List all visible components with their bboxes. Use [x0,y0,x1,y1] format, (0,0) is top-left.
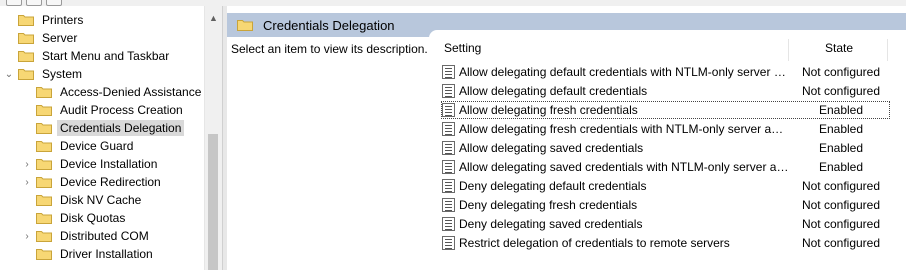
policy-setting-icon [442,141,455,155]
folder-icon [36,86,52,98]
setting-state: Not configured [801,65,881,79]
setting-name: Allow delegating fresh credentials with … [459,122,789,136]
setting-name: Deny delegating default credentials [459,179,647,193]
tree-item-label: System [42,67,83,81]
setting-row[interactable]: Allow delegating default credentials Not… [441,82,890,100]
setting-row[interactable]: Allow delegating fresh credentials with … [441,120,890,138]
tree-scrollbar[interactable]: ▲ [204,6,222,270]
folder-icon [36,140,52,152]
setting-row[interactable]: Restrict delegation of credentials to re… [441,234,890,252]
details-title: Credentials Delegation [263,17,395,33]
tree-item[interactable]: › Distributed COM [22,227,152,245]
policy-setting-icon [442,122,455,136]
chevron-right-icon[interactable]: › [22,159,32,170]
setting-name: Allow delegating default credentials wit… [459,65,789,79]
folder-icon [36,248,52,260]
folder-icon [18,14,34,26]
column-header-state[interactable]: State [825,41,853,55]
setting-name: Deny delegating saved credentials [459,217,643,231]
folder-icon [36,122,52,134]
setting-row[interactable]: Deny delegating fresh credentials Not co… [441,196,890,214]
chevron-down-icon[interactable]: ⌄ [4,69,14,80]
folder-icon [18,32,34,44]
tree-item[interactable]: › Device Redirection [22,173,164,191]
tree-item-label: Start Menu and Taskbar [42,49,170,63]
setting-state: Enabled [818,141,864,155]
policy-setting-icon [442,160,455,174]
tree-item-label: Device Installation [60,157,158,171]
tree-item[interactable]: › Device Installation [22,155,160,173]
tree-item-label: Access-Denied Assistance [60,85,202,99]
policy-setting-icon [442,198,455,212]
setting-row[interactable]: Allow delegating saved credentials Enabl… [441,139,890,157]
setting-state: Not configured [801,236,881,250]
tree-item[interactable]: ⌄ System [0,65,85,83]
tree-item[interactable]: Driver Installation [22,245,156,263]
setting-name: Allow delegating saved credentials [459,141,644,155]
setting-state: Not configured [801,179,881,193]
tree-item-label: Distributed COM [60,229,149,243]
setting-state: Not configured [801,84,881,98]
tree-item-label: Disk Quotas [60,211,126,225]
folder-icon [237,19,253,31]
policy-setting-icon [442,84,455,98]
setting-state: Enabled [818,160,864,174]
tree-item[interactable]: Disk NV Cache [22,191,144,209]
setting-state: Not configured [801,198,881,212]
column-header-setting[interactable]: Setting [444,41,481,55]
setting-state: Not configured [801,217,881,231]
policy-setting-icon [442,65,455,79]
tree-item[interactable]: Disk Quotas [22,209,128,227]
tree-item-label: Device Redirection [60,175,161,189]
tree-item[interactable]: Audit Process Creation [22,101,186,119]
tree-item[interactable]: Access-Denied Assistance [22,83,204,101]
setting-row[interactable]: Allow delegating saved credentials with … [441,158,890,176]
policy-setting-icon [442,103,455,117]
tree-item-label: Device Guard [60,139,134,153]
setting-name: Allow delegating default credentials [459,84,648,98]
tree-item-label: Disk NV Cache [60,193,142,207]
setting-row[interactable]: Allow delegating default credentials wit… [441,63,890,81]
tree-item-label: Audit Process Creation [60,103,183,117]
scroll-up-icon[interactable]: ▲ [209,13,218,23]
folder-icon [36,212,52,224]
tree-item-label: Server [42,31,78,45]
folder-icon [18,68,34,80]
policy-setting-icon [442,217,455,231]
folder-icon [36,104,52,116]
tree-item[interactable]: Printers [0,11,86,29]
setting-name: Allow delegating fresh credentials [459,103,638,117]
policy-setting-icon [442,236,455,250]
tree-item-selected[interactable]: Credentials Delegation [22,119,185,137]
tree-item[interactable]: Device Guard [22,137,136,155]
setting-row[interactable]: Deny delegating saved credentials Not co… [441,215,890,233]
column-divider[interactable] [788,39,789,61]
setting-name: Deny delegating fresh credentials [459,198,638,212]
setting-state: Enabled [818,122,864,136]
settings-list: Setting State Allow delegating default c… [429,30,906,270]
setting-row-focused[interactable]: Allow delegating fresh credentials Enabl… [441,101,890,119]
chevron-right-icon[interactable]: › [22,231,32,242]
setting-state: Enabled [818,103,864,117]
setting-row[interactable]: Deny delegating default credentials Not … [441,177,890,195]
tree-item-label: Credentials Delegation [57,120,185,136]
setting-name: Allow delegating saved credentials with … [459,160,789,174]
folder-icon [36,158,52,170]
chevron-right-icon[interactable]: › [22,177,32,188]
folder-icon [36,230,52,242]
policy-setting-icon [442,179,455,193]
tree-item-label: Printers [42,13,84,27]
navigation-tree: Printers Server Start Menu and Taskbar ⌄… [0,6,204,270]
pane-splitter[interactable] [222,6,227,270]
setting-name: Restrict delegation of credentials to re… [459,236,730,250]
tree-item[interactable]: Server [0,29,80,47]
folder-icon [36,176,52,188]
column-divider[interactable] [887,39,888,61]
folder-icon [36,194,52,206]
tree-item-label: Driver Installation [60,247,153,261]
tree-item[interactable]: Start Menu and Taskbar [0,47,172,65]
description-text: Select an item to view its description. [231,42,428,56]
scrollbar-thumb[interactable] [208,134,218,270]
folder-icon [18,50,34,62]
